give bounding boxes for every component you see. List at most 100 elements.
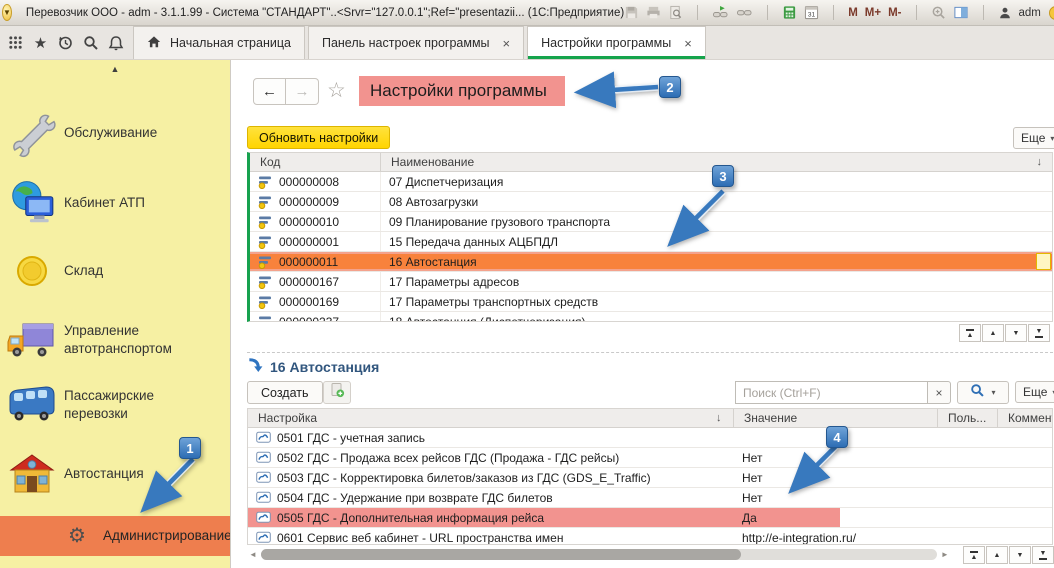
search-icon (970, 383, 985, 403)
app-window: ▼ Перевозчик ООО - adm - 3.1.1.99 - Сист… (0, 0, 1054, 568)
refresh-settings-button[interactable]: Обновить настройки (247, 126, 390, 149)
save-icon[interactable] (624, 5, 639, 20)
sidebar-item-warehouse[interactable]: Склад (0, 243, 230, 299)
annotation-badge-3: 3 (712, 165, 734, 187)
table-header: Настройка Значение Поль... Коммент ↓ (248, 409, 1052, 428)
go-first-button[interactable]: ▲ (963, 546, 985, 564)
calendar-icon[interactable]: 31 (804, 5, 819, 20)
scrollbar-track[interactable] (261, 549, 937, 560)
scrollbar-thumb[interactable] (261, 549, 741, 560)
sort-desc-icon[interactable]: ↓ (1037, 153, 1043, 171)
go-last-button[interactable]: ▼ (1028, 324, 1050, 342)
tab-settings-panel[interactable]: Панель настроек программы × (308, 26, 524, 59)
settings-group-icon (258, 295, 273, 309)
page-title: Настройки программы (370, 81, 547, 101)
sidebar-item-atp-cabinet[interactable]: Кабинет АТП (0, 175, 230, 231)
tab-program-settings[interactable]: Настройки программы × (527, 26, 706, 59)
add-favorite-star-icon[interactable]: ☆ (327, 78, 346, 103)
column-header-comment[interactable]: Коммент (998, 409, 1053, 427)
service-menu-icon[interactable] (4, 31, 27, 55)
table-row[interactable]: 0502 ГДС - Продажа всех рейсов ГДС (Прод… (248, 448, 1052, 468)
create-button[interactable]: Создать (247, 381, 323, 404)
go-next-button[interactable]: ▼ (1009, 546, 1031, 564)
search-input[interactable] (735, 381, 927, 404)
tab-home[interactable]: Начальная страница (133, 26, 305, 59)
back-button[interactable]: ← (253, 78, 286, 105)
table-row[interactable]: 000000010 09 Планирование грузового тран… (250, 212, 1052, 232)
horizontal-scrollbar: ◄ ► (249, 549, 949, 560)
table-row[interactable]: 0601 Сервис веб кабинет - URL пространст… (248, 528, 1052, 545)
go-prev-button[interactable]: ▲ (982, 324, 1004, 342)
column-header-code[interactable]: Код (250, 153, 381, 171)
sidebar-item-vehicle-management[interactable]: Управление автотранспортом (0, 312, 230, 368)
go-last-button[interactable]: ▼ (1032, 546, 1054, 564)
copy-item-icon (329, 382, 345, 403)
go-prev-button[interactable]: ▲ (986, 546, 1008, 564)
column-header-user[interactable]: Поль... (938, 409, 998, 427)
go-first-button[interactable]: ▲ (959, 324, 981, 342)
search-clear-button[interactable]: × (927, 381, 951, 404)
table-row[interactable]: 000000001 15 Передача данных АЦБПДЛ (250, 232, 1052, 252)
split-window-icon[interactable] (953, 5, 969, 20)
main-content: ← → ☆ Настройки программы Обновить настр… (230, 60, 1054, 568)
current-cell-marker (1036, 253, 1051, 270)
column-header-setting[interactable]: Настройка (248, 409, 734, 427)
memory-m-minus-button[interactable]: M- (888, 7, 901, 19)
print-preview-icon[interactable] (668, 5, 683, 20)
close-icon[interactable]: × (684, 36, 692, 51)
print-icon[interactable] (646, 5, 661, 20)
column-header-value[interactable]: Значение (734, 409, 938, 427)
info-icon[interactable]: i (1048, 5, 1054, 21)
sort-desc-icon[interactable]: ↓ (716, 409, 722, 427)
quick-access-icons: ★ (0, 26, 133, 59)
table-row-highlighted[interactable]: 0505 ГДС - Дополнительная информация рей… (248, 508, 1052, 528)
tab-label: Панель настроек программы (322, 36, 490, 50)
forward-button[interactable]: → (286, 78, 319, 105)
scroll-left-icon[interactable]: ◄ (249, 550, 257, 559)
table-row[interactable]: 000000169 17 Параметры транспортных сред… (250, 292, 1052, 312)
calculator-icon[interactable] (782, 5, 797, 20)
divider (916, 5, 917, 20)
table-row[interactable]: 000000008 07 Диспетчеризация (250, 172, 1052, 192)
history-icon[interactable] (54, 31, 77, 55)
detach-link-icon[interactable] (736, 5, 753, 20)
curved-arrow-icon (247, 356, 263, 378)
zoom-icon[interactable] (931, 5, 946, 20)
table-row-selected[interactable]: 000000011 16 Автостанция (250, 252, 1052, 272)
sidebar-item-service[interactable]: Обслуживание (0, 105, 230, 161)
table-row[interactable]: 000000009 08 Автозагрузки (250, 192, 1052, 212)
table-header: Код Наименование ↓ (250, 153, 1052, 172)
tab-label: Начальная страница (170, 36, 291, 50)
find-button[interactable]: ▾ (957, 381, 1009, 404)
more-button-bottom[interactable]: Еще▾ (1015, 381, 1054, 403)
attach-link-icon[interactable] (712, 5, 729, 20)
memory-m-button[interactable]: M (848, 7, 858, 19)
current-user[interactable]: adm (1019, 7, 1041, 19)
constant-icon (256, 511, 271, 524)
more-button-top[interactable]: Еще▾ (1013, 127, 1054, 149)
main-menu-button[interactable]: ▼ (2, 4, 12, 21)
sidebar-item-label: Кабинет АТП (64, 194, 216, 212)
table-row[interactable]: 0503 ГДС - Корректировка билетов/заказов… (248, 468, 1052, 488)
sidebar-collapse-button[interactable]: ▲ (0, 60, 230, 78)
sidebar-item-administration[interactable]: ⚙ Администрирование (0, 516, 230, 556)
memory-m-plus-button[interactable]: M+ (865, 7, 881, 19)
table-nav-buttons: ▲ ▲ ▼ ▼ (959, 324, 1050, 342)
titlebar-toolbar: 31 M M+ M- adm i – (624, 5, 1054, 21)
table-row[interactable]: 000000237 18 Автостанция (Диспетчеризаци… (250, 312, 1052, 322)
close-icon[interactable]: × (503, 36, 511, 51)
copy-button[interactable] (323, 381, 351, 404)
scroll-right-icon[interactable]: ► (941, 550, 949, 559)
annotation-badge-2: 2 (659, 76, 681, 98)
table-row[interactable]: 0504 ГДС - Удержание при возврате ГДС би… (248, 488, 1052, 508)
notifications-bell-icon[interactable] (104, 31, 127, 55)
table-row[interactable]: 0501 ГДС - учетная запись (248, 428, 1052, 448)
search-icon[interactable] (79, 31, 102, 55)
settings-group-icon (258, 195, 273, 209)
divider (767, 5, 768, 20)
favorites-icon[interactable]: ★ (29, 31, 52, 55)
page-title-highlight: Настройки программы (359, 76, 565, 106)
table-row[interactable]: 000000167 17 Параметры адресов (250, 272, 1052, 292)
sidebar-item-passenger-transport[interactable]: Пассажирские перевозки (0, 377, 230, 433)
go-next-button[interactable]: ▼ (1005, 324, 1027, 342)
